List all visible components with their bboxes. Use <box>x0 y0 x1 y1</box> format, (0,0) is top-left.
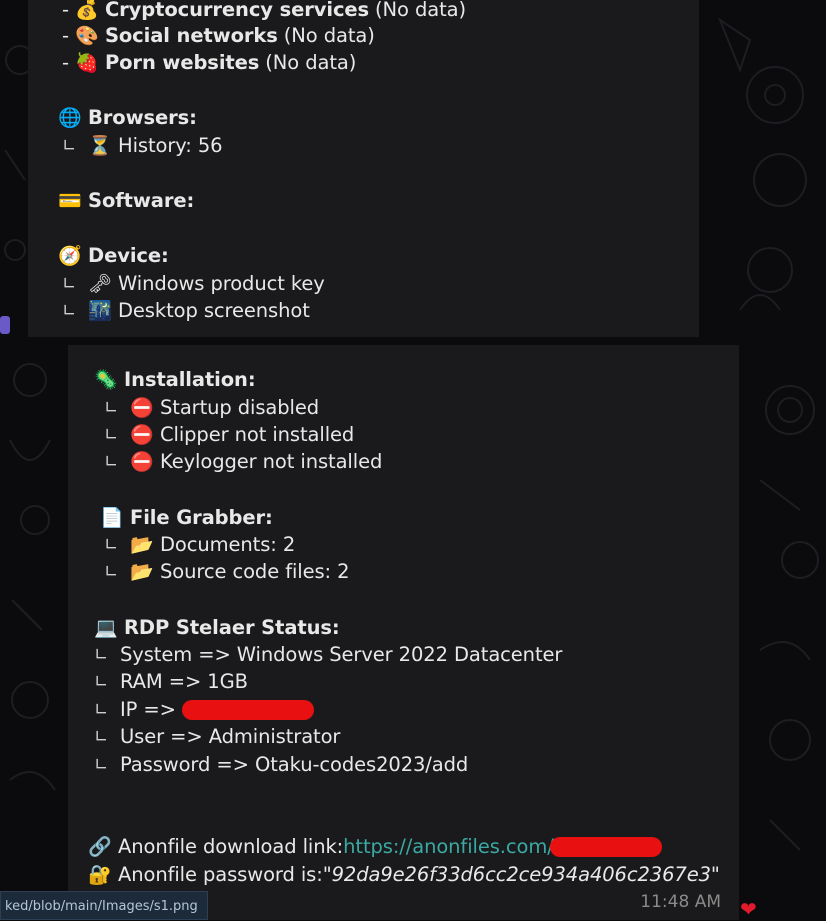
anonfile-password-label: Anonfile password is: <box>118 863 323 886</box>
crypto-label: Cryptocurrency services <box>104 0 370 21</box>
browsers-title: Browsers: <box>88 106 197 129</box>
corner-bullet: ∟ <box>104 425 119 445</box>
documents-label: Documents: 2 <box>160 533 296 556</box>
installation-item-clipper: ∟ ⛔ Clipper not installed <box>104 422 354 448</box>
installation-item-startup: ∟ ⛔ Startup disabled <box>104 395 319 421</box>
corner-bullet: ∟ <box>104 452 119 472</box>
no-entry-icon: ⛔ <box>130 396 154 419</box>
rdp-item-user: ∟ User => Administrator <box>94 724 340 750</box>
night-city-picture-icon: 🌃 <box>88 299 112 322</box>
folder-icon: 📂 <box>130 560 154 583</box>
history-label: History: 56 <box>118 134 223 157</box>
rdp-item-password: ∟ Password => Otaku-codes2023/add <box>94 752 468 778</box>
corner-bullet: ∟ <box>104 562 119 582</box>
user-label: User => Administrator <box>120 725 341 748</box>
device-title: Device: <box>88 244 169 267</box>
crypto-value: (No data) <box>375 0 466 21</box>
screenshot-label: Desktop screenshot <box>118 299 310 322</box>
link-icon: 🔗 <box>88 835 112 858</box>
list-item-social: - 🎨 Social networks (No data) <box>62 23 375 49</box>
corner-bullet: ∟ <box>94 645 109 665</box>
link-redaction <box>549 837 662 857</box>
password-label: Password => Otaku-codes2023/add <box>120 753 469 776</box>
heart-reaction-icon[interactable]: ❤ <box>740 897 757 921</box>
locked-with-key-icon: 🔐 <box>88 863 112 886</box>
laptop-icon: 💻 <box>94 616 118 639</box>
anonfile-download-link[interactable]: https://anonfiles.com/ <box>343 834 554 860</box>
system-label: System => Windows Server 2022 Datacenter <box>120 643 563 666</box>
browsers-item-history: ∟ ⏳ History: 56 <box>62 133 223 159</box>
list-item-porn: - 🍓 Porn websites (No data) <box>62 50 356 76</box>
message-bubble-1: - 💰 Cryptocurrency services (No data) - … <box>28 0 699 337</box>
corner-bullet: ∟ <box>94 755 109 775</box>
file-grabber-heading: 📄 File Grabber: <box>100 505 273 531</box>
rdp-item-ip: ∟ IP => <box>94 697 314 723</box>
ram-label: RAM => 1GB <box>120 670 248 693</box>
corner-bullet: ∟ <box>94 672 109 692</box>
device-item-key: ∟ 🗝 Windows product key <box>62 271 325 297</box>
key-icon: 🗝 <box>87 272 113 295</box>
palette-icon: 🎨 <box>75 24 99 47</box>
dash-bullet: - <box>62 0 69 21</box>
file-grabber-item-source: ∟ 📂 Source code files: 2 <box>104 559 350 585</box>
social-label: Social networks <box>104 24 278 47</box>
document-icon: 📄 <box>100 506 124 529</box>
corner-bullet: ∟ <box>104 398 119 418</box>
folder-icon: 📂 <box>130 533 154 556</box>
corner-bullet: ∟ <box>94 700 109 720</box>
windows-key-label: Windows product key <box>118 272 325 295</box>
keylogger-label: Keylogger not installed <box>160 450 383 473</box>
message-bubble-2: 🦠 Installation: ∟ ⛔ Startup disabled ∟ ⛔… <box>68 345 739 920</box>
software-heading: 💳 Software: <box>58 188 194 214</box>
installation-heading: 🦠 Installation: <box>94 367 256 393</box>
strawberry-icon: 🍓 <box>75 51 99 74</box>
ip-label: IP => <box>120 698 176 721</box>
browser-status-url: ked/blob/main/Images/s1.png <box>0 891 208 920</box>
globe-icon: 🌐 <box>58 106 82 129</box>
ip-redaction <box>181 700 314 720</box>
corner-bullet: ∟ <box>62 136 77 156</box>
anonfile-link-label: Anonfile download link: <box>118 835 344 858</box>
clipper-label: Clipper not installed <box>160 423 355 446</box>
corner-bullet: ∟ <box>62 274 77 294</box>
anonfile-password-line: 🔐 Anonfile password is: "92da9e26f33d6cc… <box>88 862 720 888</box>
anonfile-password-value: "92da9e26f33d6cc2ce934a406c2367e3" <box>322 863 720 886</box>
installation-item-keylogger: ∟ ⛔ Keylogger not installed <box>104 449 382 475</box>
compass-icon: 🧭 <box>58 244 82 267</box>
rdp-item-ram: ∟ RAM => 1GB <box>94 669 248 695</box>
dash-bullet: - <box>62 51 69 74</box>
corner-bullet: ∟ <box>104 535 119 555</box>
no-entry-icon: ⛔ <box>130 423 154 446</box>
source-files-label: Source code files: 2 <box>160 560 350 583</box>
rdp-title: RDP Stelaer Status: <box>124 616 340 639</box>
porn-label: Porn websites <box>104 51 260 74</box>
list-item-crypto: - 💰 Cryptocurrency services (No data) <box>62 0 466 23</box>
no-entry-icon: ⛔ <box>130 450 154 473</box>
money-bag-icon: 💰 <box>75 0 99 21</box>
device-heading: 🧭 Device: <box>58 243 169 269</box>
corner-bullet: ∟ <box>94 727 109 747</box>
file-grabber-title: File Grabber: <box>130 506 273 529</box>
browsers-heading: 🌐 Browsers: <box>58 105 197 131</box>
porn-value: (No data) <box>265 51 357 74</box>
installation-title: Installation: <box>124 368 256 391</box>
message-timestamp: 11:48 AM <box>640 892 721 912</box>
anonfile-link-line: 🔗 Anonfile download link: https://anonfi… <box>88 834 662 860</box>
software-title: Software: <box>88 189 195 212</box>
dash-bullet: - <box>62 24 69 47</box>
rdp-heading: 💻 RDP Stelaer Status: <box>94 615 340 641</box>
credit-card-icon: 💳 <box>58 189 82 212</box>
sticker-fragment <box>0 316 10 334</box>
device-item-screenshot: ∟ 🌃 Desktop screenshot <box>62 298 310 324</box>
corner-bullet: ∟ <box>62 301 77 321</box>
file-grabber-item-documents: ∟ 📂 Documents: 2 <box>104 532 295 558</box>
rdp-item-system: ∟ System => Windows Server 2022 Datacent… <box>94 642 562 668</box>
hourglass-icon: ⏳ <box>88 134 112 157</box>
startup-label: Startup disabled <box>160 396 320 419</box>
social-value: (No data) <box>283 24 375 47</box>
microbe-icon: 🦠 <box>94 368 118 391</box>
